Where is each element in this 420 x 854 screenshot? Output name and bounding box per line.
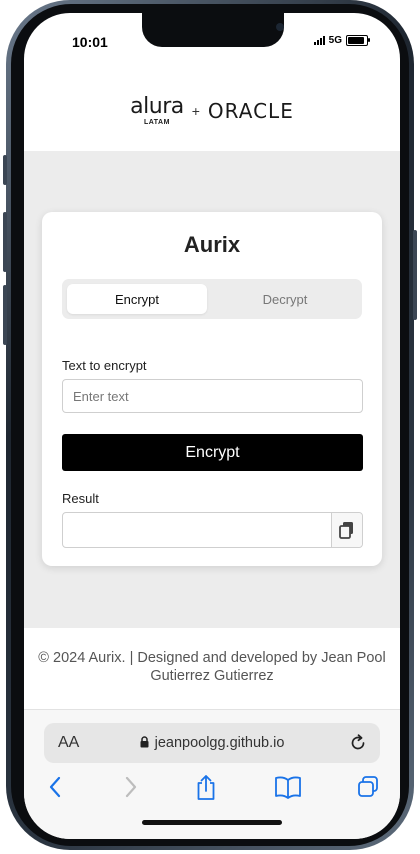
network-label: 5G [328, 35, 342, 46]
safari-toolbar: AA jeanpoolgg.github.io [24, 709, 400, 839]
screen: 10:01 5G alura LATAM + ORACLE Aurix Encr… [24, 13, 400, 839]
copy-button[interactable] [331, 513, 362, 547]
mute-switch [3, 155, 7, 185]
home-indicator [142, 820, 282, 825]
forward-icon[interactable] [120, 774, 140, 800]
alura-logo-subtext: LATAM [143, 119, 170, 126]
volume-up-button [3, 212, 7, 272]
signal-icon [313, 36, 325, 45]
alura-logo-text: alura [130, 94, 184, 119]
battery-icon [346, 35, 370, 46]
app-title: Aurix [183, 232, 241, 257]
address-bar[interactable]: AA jeanpoolgg.github.io [44, 723, 380, 763]
url-text: jeanpoolgg.github.io [154, 735, 285, 751]
camera-icon [276, 23, 284, 31]
input-label: Text to encrypt [62, 358, 147, 373]
brand-header: alura LATAM + ORACLE [24, 83, 400, 139]
result-label: Result [62, 491, 99, 506]
text-input[interactable] [62, 379, 363, 413]
mode-tabs: Encrypt Decrypt [62, 279, 362, 319]
status-time: 10:01 [72, 34, 108, 50]
footer-text: © 2024 Aurix. | Designed and developed b… [38, 650, 386, 684]
url-display: jeanpoolgg.github.io [44, 735, 380, 751]
copy-icon [339, 522, 353, 539]
alura-logo: alura LATAM [130, 94, 184, 127]
reload-icon[interactable] [348, 733, 368, 753]
tab-encrypt[interactable]: Encrypt [67, 284, 207, 314]
navigation-row [24, 774, 400, 804]
bookmarks-icon[interactable] [274, 774, 302, 800]
notch [142, 13, 284, 47]
back-icon[interactable] [46, 774, 66, 800]
lock-icon [140, 736, 149, 748]
tab-decrypt[interactable]: Decrypt [215, 284, 355, 314]
cipher-card: Aurix Encrypt Decrypt Text to encrypt En… [42, 212, 382, 566]
main-content: Aurix Encrypt Decrypt Text to encrypt En… [24, 151, 400, 628]
power-button [413, 230, 417, 320]
logo-separator: + [191, 103, 200, 119]
status-indicators: 5G [313, 35, 370, 46]
result-field[interactable] [62, 512, 363, 548]
oracle-logo: ORACLE [207, 99, 294, 123]
share-icon[interactable] [194, 774, 218, 802]
tabs-icon[interactable] [356, 774, 380, 800]
volume-down-button [3, 285, 7, 345]
encrypt-button[interactable]: Encrypt [62, 434, 363, 471]
